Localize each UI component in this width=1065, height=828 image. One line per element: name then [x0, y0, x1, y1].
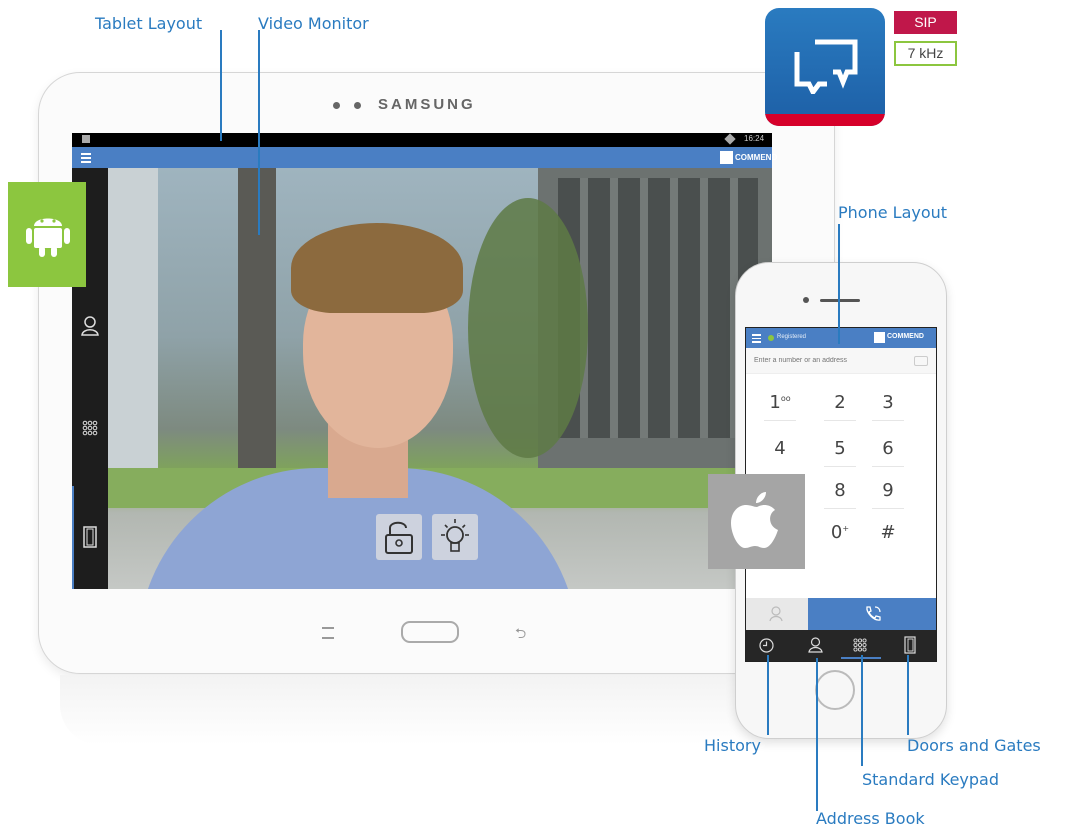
video-monitor — [108, 168, 772, 589]
phone-camera-dot — [803, 297, 809, 303]
key-divider — [824, 466, 856, 467]
android-icon — [26, 218, 70, 257]
status-time: 16:24 — [744, 134, 765, 143]
tablet-home-button[interactable] — [401, 621, 459, 643]
apple-icon — [731, 492, 778, 548]
phone-app-bar: Registered COMMEND — [746, 328, 936, 348]
unlock-icon — [385, 521, 413, 554]
callout-line-address-book — [816, 658, 818, 811]
label-video-monitor: Video Monitor — [258, 14, 369, 33]
key-divider — [872, 508, 904, 509]
khz-badge: 7 kHz — [894, 41, 957, 66]
status-notification-icon — [82, 135, 90, 143]
tablet-app-bar: COMMEND — [72, 147, 777, 168]
tablet-camera-dot — [333, 102, 340, 109]
menu-icon[interactable] — [81, 153, 91, 163]
unlock-button[interactable] — [376, 514, 422, 560]
sip-badge: SIP — [894, 11, 957, 34]
contacts-icon[interactable] — [808, 637, 823, 653]
tablet-menu-key-icon[interactable] — [322, 627, 334, 639]
add-contact-icon — [769, 606, 783, 622]
call-button[interactable] — [808, 598, 936, 630]
phone-app-logo: COMMEND — [887, 333, 924, 340]
tablet-back-key-icon[interactable]: ⮌ — [515, 623, 526, 647]
number-input[interactable] — [746, 348, 936, 374]
registered-status-icon — [768, 335, 774, 341]
commend-app-icon — [765, 8, 885, 126]
key-divider — [872, 420, 904, 421]
keypad-icon[interactable] — [82, 420, 98, 436]
key-hash[interactable]: # — [868, 522, 908, 543]
key-8[interactable]: 8 — [820, 480, 860, 501]
tree-foliage — [468, 198, 588, 458]
light-icon — [441, 519, 469, 552]
label-standard-keypad: Standard Keypad — [862, 770, 999, 789]
label-phone-layout: Phone Layout — [838, 203, 948, 222]
door-icon[interactable] — [83, 526, 97, 548]
key-3[interactable]: 3 — [868, 392, 908, 413]
logo-mark-icon — [720, 151, 733, 164]
callout-line-keypad — [861, 655, 863, 766]
phone-home-button[interactable] — [815, 670, 855, 710]
pillar — [238, 168, 276, 488]
key-6[interactable]: 6 — [868, 438, 908, 459]
key-divider — [824, 508, 856, 509]
status-wifi-icon — [724, 133, 736, 145]
building-left — [108, 168, 158, 468]
door-icon[interactable] — [904, 636, 916, 654]
keypad-icon[interactable] — [853, 638, 867, 652]
chat-bubbles-icon — [794, 39, 858, 94]
apple-badge — [708, 474, 805, 569]
label-doors-and-gates: Doors and Gates — [907, 736, 1041, 755]
key-divider — [872, 466, 904, 467]
callout-line-video — [258, 30, 260, 235]
label-address-book: Address Book — [816, 809, 925, 828]
contacts-icon[interactable] — [81, 316, 99, 336]
tablet-reflection — [60, 675, 800, 745]
callout-line-history — [767, 655, 769, 735]
phone-menu-icon[interactable] — [752, 334, 761, 343]
app-logo: COMMEND — [720, 150, 777, 165]
sidebar-active-indicator — [72, 486, 74, 589]
phone-status-text: Registered — [777, 334, 807, 340]
tablet-sensor-dot — [354, 102, 361, 109]
tablet-status-bar: 16:24 — [72, 133, 772, 147]
callout-line-tablet — [220, 30, 222, 141]
key-9[interactable]: 9 — [868, 480, 908, 501]
key-divider — [764, 420, 796, 421]
key-1[interactable]: 1oo — [760, 392, 800, 413]
history-icon[interactable] — [759, 638, 774, 653]
tablet-brand: SAMSUNG — [378, 96, 476, 113]
person-hair — [291, 223, 463, 313]
call-icon — [866, 606, 881, 621]
key-2[interactable]: 2 — [820, 392, 860, 413]
key-divider — [824, 420, 856, 421]
backspace-icon[interactable] — [914, 356, 928, 366]
light-button[interactable] — [432, 514, 478, 560]
key-5[interactable]: 5 — [820, 438, 860, 459]
android-badge — [8, 182, 86, 287]
phone-speaker — [820, 299, 860, 302]
callout-line-doors — [907, 655, 909, 735]
building-windows — [558, 178, 758, 438]
key-0[interactable]: 0+ — [820, 522, 860, 543]
key-4[interactable]: 4 — [760, 438, 800, 459]
callout-line-phone — [838, 224, 840, 344]
label-tablet-layout: Tablet Layout — [95, 14, 203, 33]
phone-logo-mark-icon — [874, 332, 885, 343]
label-history: History — [704, 736, 761, 755]
add-contact-button[interactable] — [746, 598, 808, 630]
